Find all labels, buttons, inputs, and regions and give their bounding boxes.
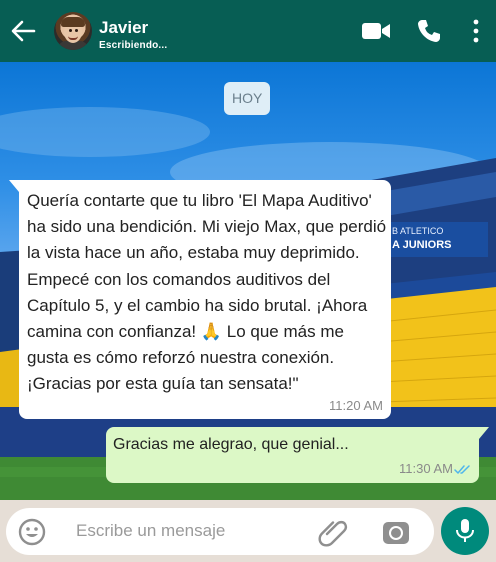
chat-area[interactable]: B ATLETICO A JUNIORS HOY Quería contarte… [0,62,496,500]
double-check-icon [454,465,470,474]
more-options-icon[interactable] [469,18,483,44]
attach-icon[interactable] [318,517,348,547]
message-time: 11:20 AM [329,398,383,413]
message-input[interactable] [76,516,306,546]
composer-bar [0,500,496,562]
typing-status: Escribiendo... [99,40,168,51]
message-text: Quería contarte que tu libro 'El Mapa Au… [27,191,387,394]
message-text: Gracias me alegrao, que genial... [113,436,349,453]
back-arrow-icon[interactable] [8,16,38,46]
sign-text-2: A JUNIORS [392,239,452,251]
contact-name[interactable]: Javier [99,18,148,38]
video-call-icon[interactable] [361,18,391,44]
chat-header: Javier Escribiendo... [0,0,496,62]
outgoing-message[interactable]: Gracias me alegrao, que genial... 11:30 … [106,427,489,483]
camera-icon[interactable] [381,517,411,547]
mic-icon [456,519,474,542]
sign-text-1: B ATLETICO [392,226,443,236]
voice-record-button[interactable] [441,507,489,555]
phone-icon[interactable] [416,18,442,44]
avatar[interactable] [54,12,92,50]
message-input-container [6,508,434,555]
incoming-message[interactable]: Quería contarte que tu libro 'El Mapa Au… [9,180,391,419]
message-time: 11:30 AM [399,461,453,476]
date-divider: HOY [224,82,271,115]
emoji-icon[interactable] [18,518,46,546]
